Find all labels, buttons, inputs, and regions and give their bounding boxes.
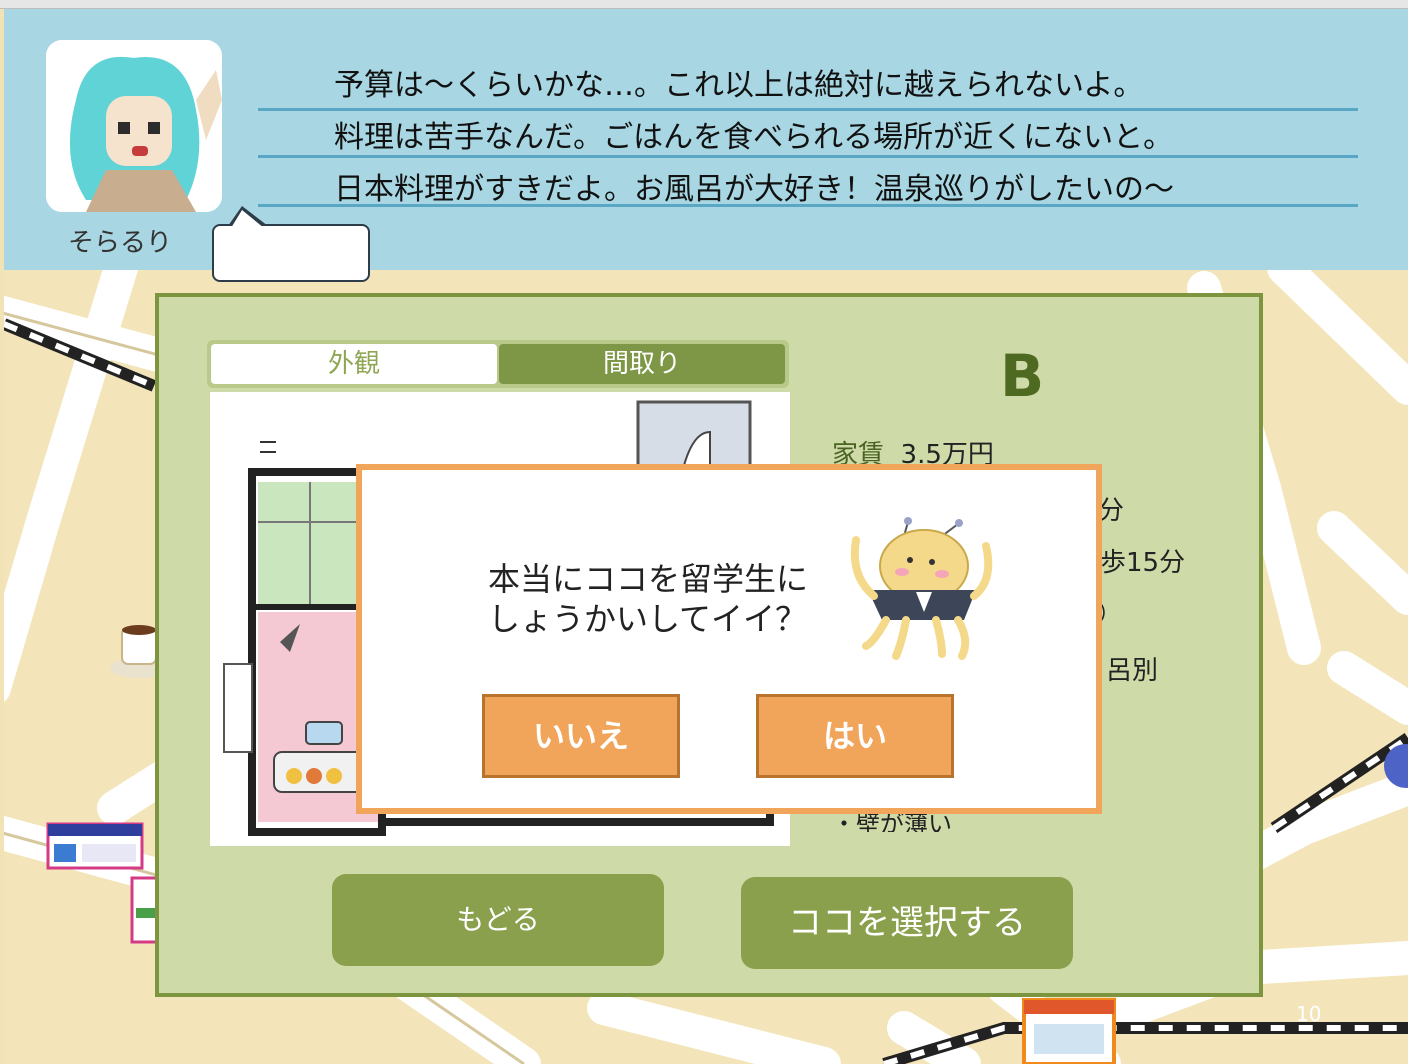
dialogue-rule bbox=[258, 108, 1358, 111]
view-tabs: 外観 間取り bbox=[207, 340, 789, 388]
speech-bubble bbox=[212, 224, 370, 282]
back-button[interactable]: もどる bbox=[332, 874, 664, 966]
page-number: 10 bbox=[1296, 1002, 1322, 1026]
property-letter: B bbox=[1000, 342, 1045, 410]
dialogue-line-2: 料理は苦手なんだ。ごはんを食べられる場所が近くにないと。 bbox=[334, 120, 1174, 155]
dialogue-rule bbox=[258, 204, 1358, 207]
slide: そらるり 予算は～くらいかな…。これ以上は絶対に越えられないよ。 料理は苦手なん… bbox=[0, 0, 1408, 1064]
yes-button[interactable]: はい bbox=[756, 694, 954, 778]
no-button[interactable]: いいえ bbox=[482, 694, 680, 778]
mascot-icon bbox=[846, 516, 996, 662]
select-button[interactable]: ココを選択する bbox=[741, 877, 1073, 969]
character-avatar bbox=[46, 40, 222, 212]
tab-exterior[interactable]: 外観 bbox=[211, 344, 497, 384]
dialogue-line-1: 予算は～くらいかな…。これ以上は絶対に越えられないよ。 bbox=[334, 68, 1144, 103]
tab-floorplan[interactable]: 間取り bbox=[499, 344, 785, 384]
character-name: そらるり bbox=[68, 228, 173, 258]
dialogue-line-3: 日本料理がすきだよ。お風呂が大好き！温泉巡りがしたいの～ bbox=[334, 172, 1174, 207]
info-partial: 呂別 bbox=[1106, 656, 1159, 686]
speech-bubble-tail-fill bbox=[231, 210, 264, 228]
dialog-question-line-2: しょうかいしてイイ？ bbox=[488, 600, 808, 638]
dialogue-rule bbox=[258, 155, 1358, 158]
window-top-edge bbox=[0, 0, 1408, 9]
info-partial: 歩15分 bbox=[1100, 548, 1186, 578]
